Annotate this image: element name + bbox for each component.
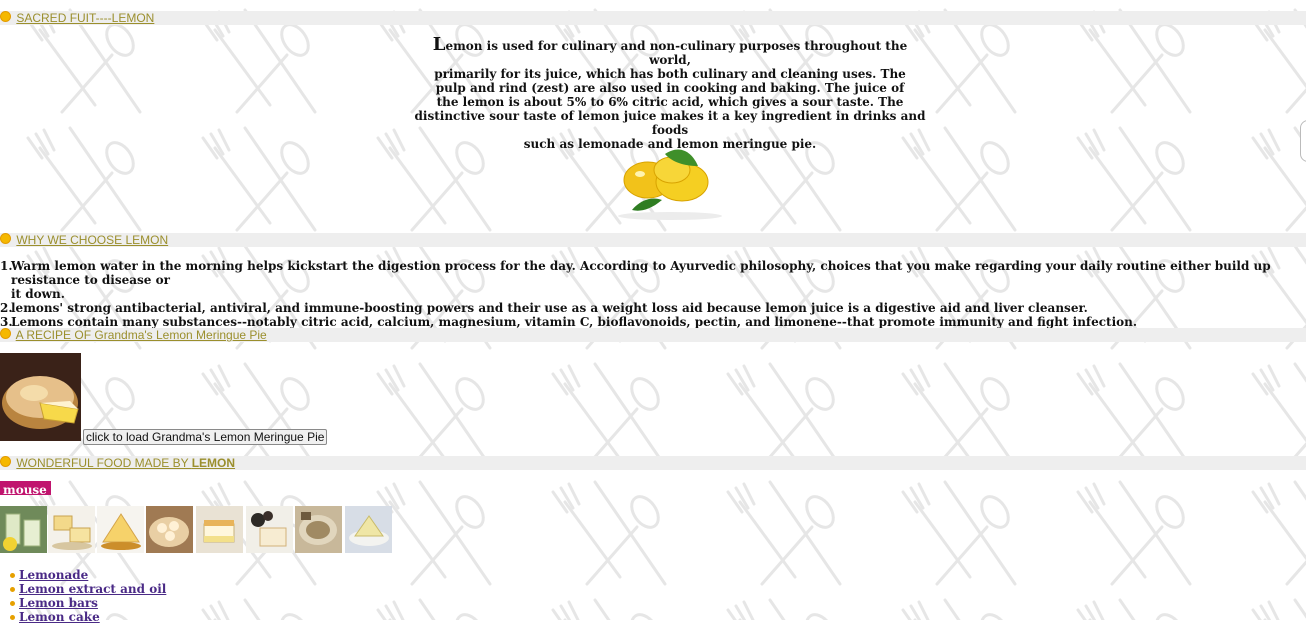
section-bar-recipe: A RECIPE OF Grandma's Lemon Meringue Pie	[0, 328, 1306, 342]
lemon-slice-thumbnail[interactable]	[196, 506, 243, 553]
lemon-bullet-icon	[10, 615, 15, 620]
intro-paragraph: Lemon is used for culinary and non-culin…	[410, 36, 930, 152]
drop-cap: L	[432, 34, 446, 55]
why-choose-link[interactable]: WHY WE CHOOSE LEMON	[16, 233, 168, 247]
intro-line-2: primarily for its juice, which has both …	[434, 67, 906, 81]
lemon-bullet-icon	[0, 328, 11, 339]
intro-line-3: pulp and rind (zest) are also used in co…	[435, 81, 905, 95]
list-item: 3. Lemons contain many substances--notabl…	[0, 315, 1138, 329]
why-list: 1. Warm lemon water in the morning helps …	[0, 259, 1306, 329]
food-link-cake[interactable]: Lemon cake	[19, 610, 100, 624]
intro-line-1: emon is used for culinary and non-culina…	[445, 39, 908, 67]
intro-line-5: distinctive sour taste of lemon juice ma…	[414, 109, 926, 137]
food-link-list: Lemonade Lemon extract and oil Lemon bar…	[9, 568, 166, 624]
lemonade-thumbnail[interactable]	[0, 506, 47, 553]
list-item: Lemonade	[9, 568, 166, 582]
meringue-pie-thumbnail[interactable]	[146, 506, 193, 553]
lemon-bullet-icon	[0, 233, 11, 244]
lemon-cake-thumbnail[interactable]	[97, 506, 144, 553]
food-link-lemonade[interactable]: Lemonade	[19, 568, 88, 582]
recipe-link[interactable]: A RECIPE OF Grandma's Lemon Meringue Pie	[16, 328, 267, 342]
list-item: Lemon extract and oil	[9, 582, 166, 596]
lemons-image	[618, 149, 722, 220]
lemon-bullet-icon	[10, 587, 15, 592]
food-link-bars[interactable]: Lemon bars	[19, 596, 98, 610]
lemon-dessert-thumbnail[interactable]	[345, 506, 392, 553]
lemon-bars-thumbnail[interactable]	[48, 506, 95, 553]
mouse-label: mouse	[0, 481, 51, 495]
sacred-fruit-link[interactable]: SACRED FUIT----LEMON	[16, 11, 154, 25]
list-item: Lemon bars	[9, 596, 166, 610]
section-bar-why: WHY WE CHOOSE LEMON	[0, 233, 1306, 247]
lemon-bullet-icon	[10, 601, 15, 606]
section-bar-wonderful: WONDERFUL FOOD MADE BY LEMON	[0, 456, 1306, 470]
load-recipe-button[interactable]: click to load Grandma's Lemon Meringue P…	[83, 429, 328, 445]
lemon-bullet-icon	[0, 11, 11, 22]
scroll-handle[interactable]	[1300, 120, 1306, 162]
list-item: 1. Warm lemon water in the morning helps …	[0, 259, 1271, 301]
lemon-tart-thumbnail[interactable]	[295, 506, 342, 553]
list-item: 2. lemons' strong antibacterial, antivira…	[0, 301, 1088, 315]
section-bar-sacred: SACRED FUIT----LEMON	[0, 11, 1306, 25]
meringue-pie-image	[0, 353, 81, 441]
intro-line-4: the lemon is about 5% to 6% citric acid,…	[436, 95, 904, 109]
lemon-bullet-icon	[10, 573, 15, 578]
wonderful-food-link[interactable]: WONDERFUL FOOD MADE BY LEMON	[16, 456, 235, 470]
list-item: Lemon cake	[9, 610, 166, 624]
lemon-pound-cake-thumbnail[interactable]	[246, 506, 293, 553]
food-link-extract[interactable]: Lemon extract and oil	[19, 582, 166, 596]
lemon-bullet-icon	[0, 456, 11, 467]
